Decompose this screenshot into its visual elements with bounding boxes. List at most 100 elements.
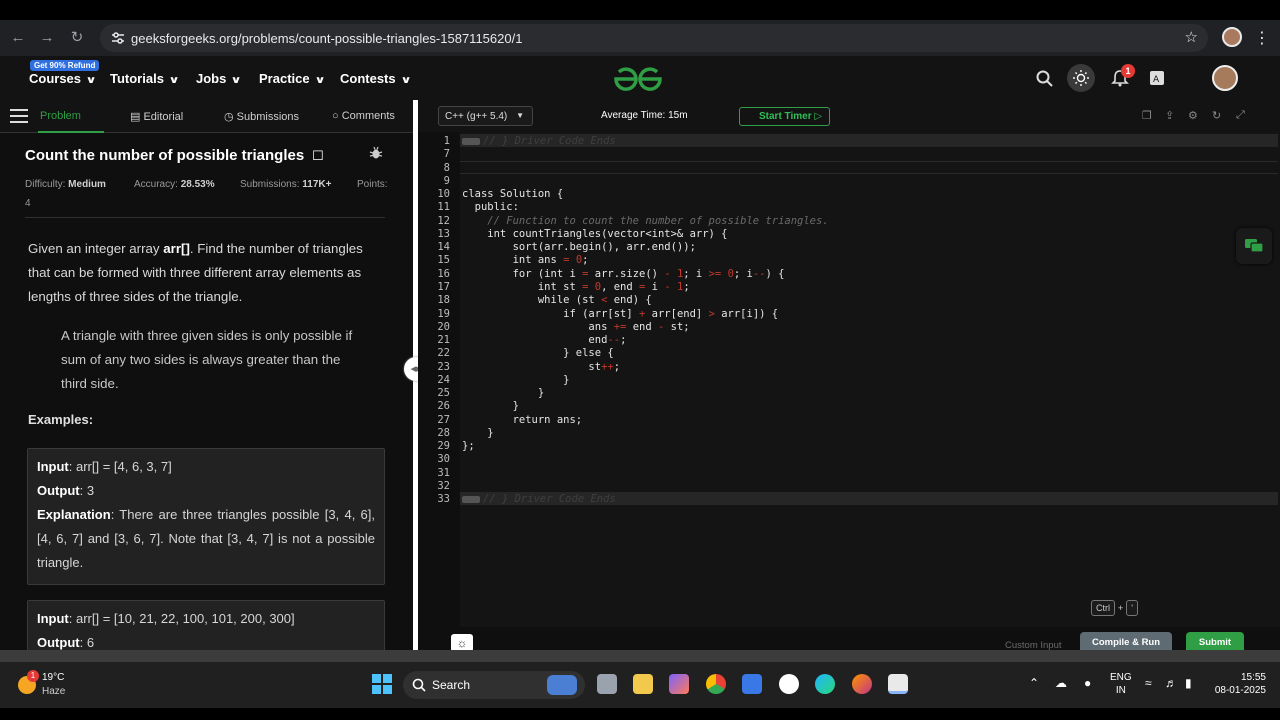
settings-icon[interactable]: ⚙: [1188, 109, 1198, 122]
language-value: C++ (g++ 5.4): [445, 111, 508, 122]
screen: ← → ↻ geeksforgeeks.org/problems/count-p…: [0, 0, 1280, 720]
line-number: 26: [437, 400, 450, 413]
edge-icon[interactable]: [815, 674, 835, 694]
gfg-logo[interactable]: [612, 65, 664, 93]
meta-label: Difficulty:: [25, 179, 66, 190]
line-number: 7: [443, 148, 450, 161]
url-text[interactable]: geeksforgeeks.org/problems/count-possibl…: [131, 31, 522, 46]
input-language[interactable]: ENG IN: [1110, 671, 1132, 697]
menu-tutorials[interactable]: Tutorials ∨: [110, 71, 180, 86]
code-line: int countTriangles(vector<int>& arr) {: [462, 227, 728, 240]
weather-badge: 1: [27, 670, 39, 682]
menu-practice[interactable]: Practice ∨: [259, 71, 326, 86]
chrome-icon[interactable]: [706, 674, 726, 694]
meta-value: 28.53%: [180, 179, 215, 190]
report-bug-icon[interactable]: [369, 146, 383, 160]
chat-button[interactable]: [1236, 228, 1272, 264]
copy-icon[interactable]: ❐: [1142, 109, 1152, 122]
task-view-icon[interactable]: [597, 674, 617, 694]
letterbox-top: [0, 0, 1280, 20]
browser-profile-icon[interactable]: [1222, 27, 1242, 47]
tab-comments[interactable]: ○ Comments: [332, 110, 395, 122]
line-number: 31: [437, 466, 450, 479]
search-highlight-icon: [547, 675, 577, 695]
problem-note: A triangle with three given sides is onl…: [61, 328, 353, 391]
start-timer-button[interactable]: Start Timer ▷: [739, 107, 830, 126]
clock-time: 15:55: [1240, 672, 1266, 683]
menu-label: Practice: [259, 71, 310, 86]
code-line: sort(arr.begin(), arr.end());: [462, 241, 696, 254]
problem-title: Count the number of possible triangles: [25, 147, 305, 164]
chevron-down-icon: ∨: [400, 75, 412, 86]
theme-toggle-button[interactable]: [1067, 64, 1095, 92]
line-number: 1: [443, 135, 450, 147]
firefox-icon[interactable]: [852, 674, 872, 694]
tab-submissions[interactable]: ◷ Submissions: [224, 110, 299, 123]
example-box: Input: arr[] = [10, 21, 22, 100, 101, 20…: [27, 600, 385, 650]
line-number: 9: [443, 174, 450, 187]
tab-editorial[interactable]: ▤ Editorial: [130, 110, 183, 123]
code-editor[interactable]: // } Driver Code Ends class Solution { pu…: [460, 132, 1280, 627]
taskbar-search[interactable]: Search: [403, 671, 585, 699]
upload-icon[interactable]: ⇪: [1165, 109, 1174, 122]
reload-icon[interactable]: ↻: [67, 28, 87, 48]
meta-label: Accuracy:: [134, 179, 178, 190]
menu-contests[interactable]: Contests ∨: [340, 71, 412, 86]
copilot-icon[interactable]: [669, 674, 689, 694]
code-line: }: [462, 373, 570, 386]
line-number: 11: [437, 201, 450, 214]
browser-toolbar: ← → ↻ geeksforgeeks.org/problems/count-p…: [0, 20, 1280, 56]
line-number-gutter: 1 7 8 9 10 11 12 13 14 15 16 17 18 19 20 21 22 23 24 25 26 27…: [418, 132, 460, 627]
clock-date: 08-01-2025: [1214, 685, 1266, 696]
reset-icon[interactable]: ↻: [1212, 109, 1221, 122]
label: Output: [37, 635, 80, 650]
problem-panel: Problem ▤ Editorial ◷ Submissions ○ Comm…: [0, 100, 413, 650]
weather-widget[interactable]: 1 19°C Haze: [18, 670, 98, 702]
dell-icon[interactable]: [779, 674, 799, 694]
examples-heading: Examples:: [28, 412, 94, 427]
system-clock[interactable]: 15:55 08-01-2025: [1210, 671, 1266, 697]
line-number: 19: [437, 307, 450, 320]
tab-problem[interactable]: Problem: [40, 110, 81, 122]
active-app-icon[interactable]: [888, 674, 908, 694]
label: Explanation: [37, 507, 111, 522]
tray-chevron-icon[interactable]: ⌃: [1029, 676, 1039, 690]
points-label: Points:: [357, 179, 388, 190]
weather-temp: 19°C: [42, 672, 65, 683]
cursor-line: [460, 160, 1278, 174]
address-bar[interactable]: geeksforgeeks.org/problems/count-possibl…: [100, 24, 1208, 52]
site-settings-icon[interactable]: [110, 30, 126, 46]
horizontal-scrollbar[interactable]: [0, 650, 1280, 662]
user-avatar[interactable]: [1212, 65, 1238, 91]
browser-menu-icon[interactable]: ⋮: [1254, 28, 1270, 48]
line-number: 17: [437, 280, 450, 293]
windows-start-icon[interactable]: [372, 674, 392, 694]
onedrive-icon[interactable]: ☁: [1055, 676, 1067, 690]
wifi-icon[interactable]: ≈: [1145, 676, 1152, 690]
line-number: 25: [437, 387, 450, 400]
search-icon: [412, 678, 426, 692]
chevron-down-icon: ∨: [168, 75, 180, 86]
code-line: ans += end - st;: [462, 320, 690, 333]
sun-icon: [1073, 70, 1089, 86]
bookmark-star-icon[interactable]: ☆: [1185, 28, 1198, 46]
bookmark-icon[interactable]: ☐: [312, 148, 324, 164]
menu-courses[interactable]: Courses ∨: [29, 71, 97, 86]
volume-icon[interactable]: ♬: [1165, 676, 1177, 690]
line-number: 14: [437, 241, 450, 254]
menu-jobs[interactable]: Jobs ∨: [196, 71, 242, 86]
fullscreen-icon[interactable]: ⤢: [1236, 109, 1245, 122]
file-explorer-icon[interactable]: [633, 674, 653, 694]
example-output: Output: 6: [37, 631, 375, 650]
microphone-icon[interactable]: ●: [1084, 676, 1091, 690]
translate-icon[interactable]: A: [1149, 70, 1165, 86]
language-select[interactable]: C++ (g++ 5.4) ▼: [438, 106, 533, 126]
code-line: end--;: [462, 334, 627, 347]
hamburger-menu-icon[interactable]: [10, 109, 28, 123]
chevron-down-icon: ∨: [313, 75, 326, 86]
battery-icon[interactable]: ▮: [1185, 676, 1192, 690]
back-icon[interactable]: ←: [8, 28, 28, 48]
search-icon[interactable]: [1036, 70, 1054, 88]
forward-icon[interactable]: →: [37, 28, 57, 48]
store-icon[interactable]: [742, 674, 762, 694]
